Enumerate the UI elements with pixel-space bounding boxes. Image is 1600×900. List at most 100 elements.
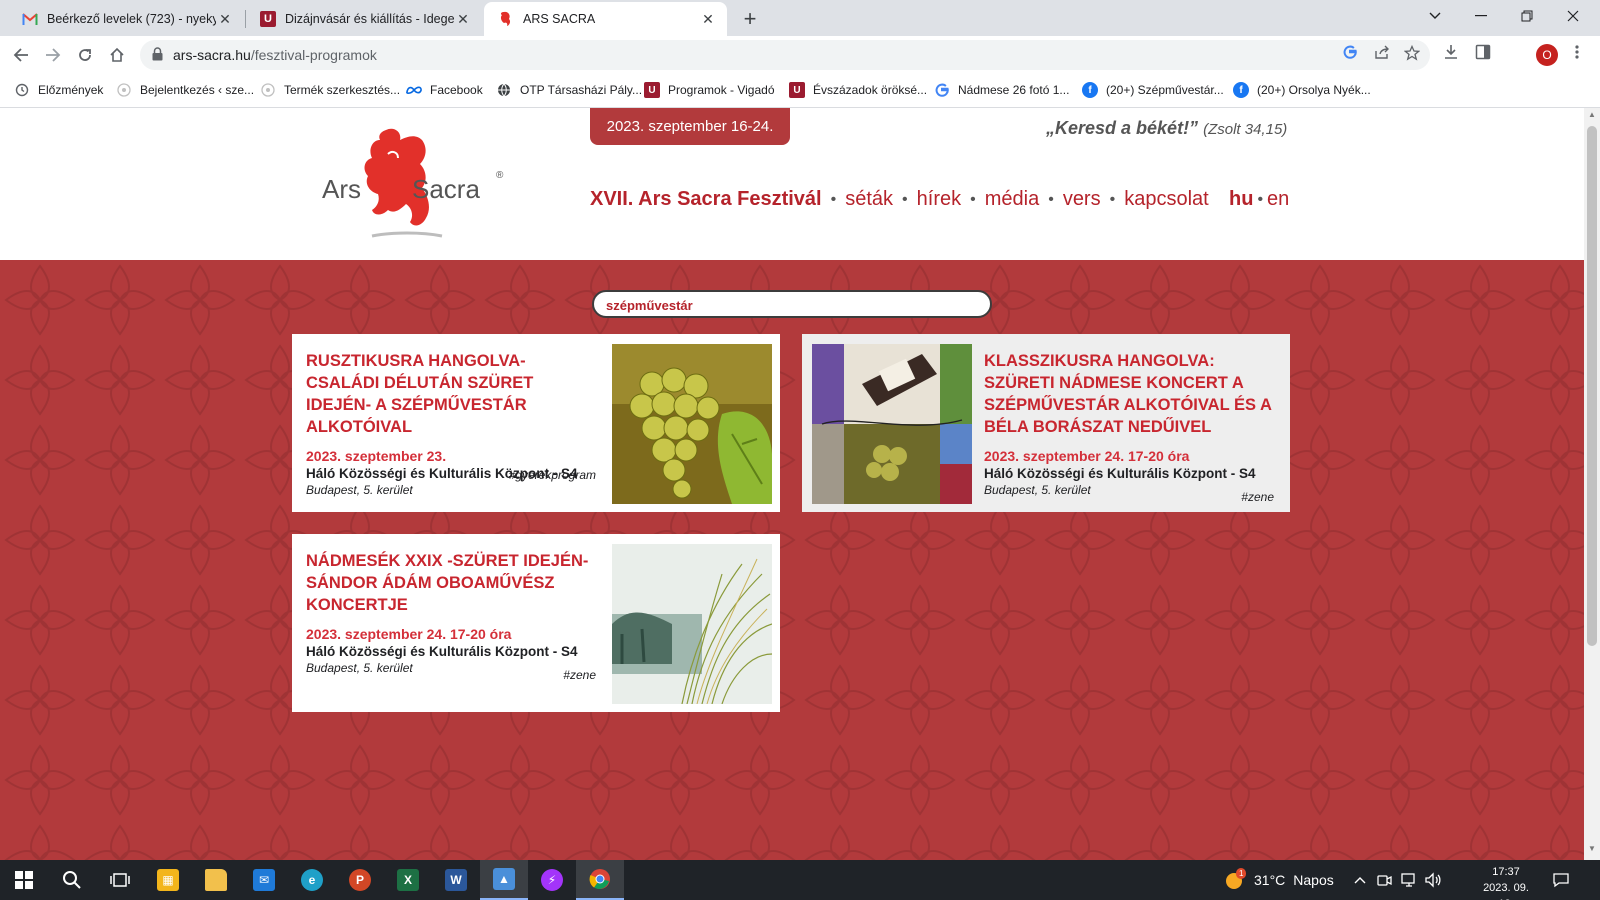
notifications-icon[interactable] bbox=[1552, 860, 1570, 900]
minimize-icon[interactable] bbox=[1458, 0, 1504, 32]
nav-separator: • bbox=[902, 190, 908, 208]
tab-ars-sacra[interactable]: ARS SACRA ✕ bbox=[484, 2, 727, 36]
new-tab-button[interactable]: + bbox=[738, 6, 762, 32]
program-list-section: szépművestár Rusztikusra hangolva- Csalá… bbox=[0, 260, 1584, 860]
scrollbar-thumb[interactable] bbox=[1587, 126, 1597, 646]
nav-vers[interactable]: vers bbox=[1063, 188, 1101, 211]
bookmark-star-icon[interactable] bbox=[1402, 44, 1422, 65]
lang-en[interactable]: en bbox=[1267, 188, 1289, 211]
event-venue: Háló Közösségi és Kulturális Központ - S… bbox=[984, 466, 1256, 481]
page-scrollbar[interactable]: ▲ ▼ bbox=[1584, 108, 1600, 860]
bookmark-evszazadok[interactable]: U Évszázadok öröksé... bbox=[789, 82, 927, 98]
bookmark-nadmese[interactable]: Nádmese 26 fotó 1... bbox=[934, 82, 1069, 98]
microsoft-store-icon[interactable]: ▦ bbox=[144, 860, 192, 900]
ars-sacra-logo[interactable]: Ars Sacra ® bbox=[322, 124, 512, 244]
powerpoint-icon[interactable]: P bbox=[336, 860, 384, 900]
close-tab-icon[interactable]: ✕ bbox=[216, 11, 234, 28]
bookmark-programok-vigado[interactable]: U Programok - Vigadó bbox=[644, 82, 775, 98]
address-bar[interactable]: ars-sacra.hu/fesztival-programok bbox=[140, 40, 1430, 70]
bookmark-szepmuvestar[interactable]: f (20+) Szépművestár... bbox=[1082, 82, 1224, 98]
google-icon[interactable] bbox=[1340, 45, 1360, 63]
event-tag[interactable]: #zene bbox=[1241, 490, 1274, 504]
meta-icon bbox=[406, 82, 422, 98]
home-icon[interactable] bbox=[104, 42, 130, 68]
clock-date: 2023. 09. 12. bbox=[1483, 882, 1529, 900]
forward-icon[interactable] bbox=[40, 42, 66, 68]
word-icon[interactable]: W bbox=[432, 860, 480, 900]
weather-widget[interactable]: 1 31°C Napos bbox=[1224, 860, 1334, 900]
event-title[interactable]: Nádmesék XXIX -Szüret idején- Sándor Ádá… bbox=[306, 550, 598, 616]
profile-avatar[interactable]: O bbox=[1536, 44, 1558, 66]
nav-kapcsolat[interactable]: kapcsolat bbox=[1124, 188, 1209, 211]
close-tab-icon[interactable]: ✕ bbox=[454, 11, 472, 28]
bookmark-elozmenyek[interactable]: Előzmények bbox=[14, 82, 103, 98]
mail-icon[interactable]: ✉ bbox=[240, 860, 288, 900]
event-card[interactable]: Nádmesék XXIX -Szüret idején- Sándor Ádá… bbox=[292, 534, 780, 712]
task-view-icon[interactable] bbox=[96, 860, 144, 900]
browser-tab-bar: Beérkező levelek (723) - nyekyorsolya ✕ … bbox=[0, 0, 1600, 36]
system-clock[interactable]: 17:37 2023. 09. 12. bbox=[1474, 864, 1538, 900]
event-title[interactable]: Rusztikusra hangolva- Családi délután sz… bbox=[306, 350, 598, 438]
meet-now-icon[interactable] bbox=[1376, 860, 1392, 900]
festival-date-badge: 2023. szeptember 16-24. bbox=[590, 108, 790, 145]
share-icon[interactable] bbox=[1372, 45, 1392, 63]
restore-icon[interactable] bbox=[1504, 0, 1550, 32]
wordpress-icon bbox=[116, 82, 132, 98]
clock-time: 17:37 bbox=[1492, 866, 1520, 878]
bookmark-termek[interactable]: Termék szerkesztés... bbox=[260, 82, 400, 98]
bookmark-facebook[interactable]: Facebook bbox=[406, 82, 483, 98]
scroll-down-icon[interactable]: ▼ bbox=[1584, 844, 1600, 858]
network-icon[interactable] bbox=[1400, 860, 1418, 900]
nav-festival[interactable]: XVII. Ars Sacra Fesztivál bbox=[590, 188, 822, 211]
lang-separator: • bbox=[1257, 190, 1264, 208]
volume-icon[interactable] bbox=[1424, 860, 1442, 900]
search-input[interactable]: szépművestár bbox=[592, 290, 992, 318]
scroll-up-icon[interactable]: ▲ bbox=[1584, 110, 1600, 124]
chrome-icon[interactable] bbox=[576, 860, 624, 900]
event-date: 2023. szeptember 24. 17-20 óra bbox=[984, 448, 1190, 464]
event-tag[interactable]: #gyerekprogram bbox=[509, 468, 596, 482]
tab-search-chevron-icon[interactable] bbox=[1412, 0, 1458, 32]
bookmark-orsolya[interactable]: f (20+) Orsolya Nyék... bbox=[1233, 82, 1371, 98]
download-icon[interactable] bbox=[1440, 44, 1462, 65]
close-tab-icon[interactable]: ✕ bbox=[699, 11, 717, 28]
nav-setak[interactable]: séták bbox=[845, 188, 893, 211]
event-date: 2023. szeptember 23. bbox=[306, 448, 447, 464]
edge-icon[interactable]: e bbox=[288, 860, 336, 900]
bookmark-otp[interactable]: OTP Társasházi Pály... bbox=[496, 82, 642, 98]
close-window-icon[interactable] bbox=[1550, 0, 1596, 32]
logo-text-sacra: Sacra bbox=[412, 174, 480, 204]
tab-gmail[interactable]: Beérkező levelek (723) - nyekyorsolya ✕ bbox=[8, 2, 244, 36]
messenger-icon[interactable]: ⚡ bbox=[528, 860, 576, 900]
file-explorer-icon[interactable] bbox=[192, 860, 240, 900]
nav-hirek[interactable]: hírek bbox=[917, 188, 961, 211]
google-icon bbox=[934, 82, 950, 98]
nav-separator: • bbox=[1109, 190, 1116, 208]
reeds-image[interactable] bbox=[612, 544, 772, 704]
photos-icon[interactable]: ▲ bbox=[480, 860, 528, 900]
bookmarks-bar: Előzmények Bejelentkezés ‹ sze... Termék… bbox=[0, 74, 1600, 108]
grapes-image[interactable] bbox=[612, 344, 772, 504]
wine-collage-image[interactable] bbox=[812, 344, 972, 504]
language-switcher: hu • en bbox=[1229, 188, 1289, 211]
bookmark-bejelentkezes[interactable]: Bejelentkezés ‹ sze... bbox=[116, 82, 254, 98]
tray-chevron-up-icon[interactable] bbox=[1354, 860, 1366, 900]
event-card[interactable]: Rusztikusra hangolva- Családi délután sz… bbox=[292, 334, 780, 512]
back-icon[interactable] bbox=[8, 42, 34, 68]
more-menu-icon[interactable] bbox=[1566, 44, 1588, 65]
side-panel-icon[interactable] bbox=[1472, 44, 1494, 65]
lock-icon bbox=[152, 47, 163, 61]
event-card[interactable]: Klasszikusra hangolva: Szüreti Nádmese k… bbox=[802, 334, 1290, 512]
excel-icon[interactable]: X bbox=[384, 860, 432, 900]
u-favicon-icon: U bbox=[260, 11, 276, 27]
event-title[interactable]: Klasszikusra hangolva: Szüreti Nádmese k… bbox=[984, 350, 1276, 438]
event-date: 2023. szeptember 24. 17-20 óra bbox=[306, 626, 512, 642]
lang-hu[interactable]: hu bbox=[1229, 188, 1253, 211]
nav-media[interactable]: média bbox=[985, 188, 1039, 211]
tab-dizajnvasar[interactable]: U Dizájnvásár és kiállítás - Idegenvezet… bbox=[246, 2, 482, 36]
search-icon[interactable] bbox=[48, 860, 96, 900]
start-windows-icon[interactable] bbox=[0, 860, 48, 900]
event-tag[interactable]: #zene bbox=[563, 668, 596, 682]
nav-separator: • bbox=[970, 190, 976, 208]
reload-icon[interactable] bbox=[72, 42, 98, 68]
